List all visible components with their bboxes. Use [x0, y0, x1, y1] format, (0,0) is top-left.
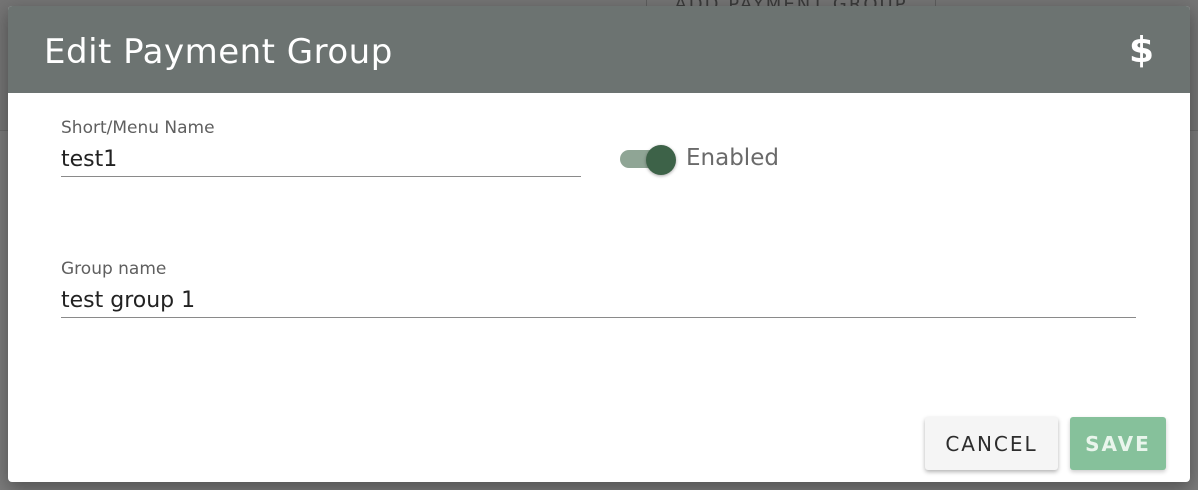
- enabled-label: Enabled: [686, 145, 779, 171]
- edit-payment-group-dialog: Edit Payment Group $ Short/Menu Name Ena…: [8, 6, 1190, 482]
- short-menu-name-input[interactable]: [61, 142, 581, 177]
- cancel-button[interactable]: CANCEL: [925, 417, 1058, 470]
- save-button[interactable]: SAVE: [1070, 417, 1166, 470]
- dialog-title: Edit Payment Group: [44, 32, 393, 72]
- dollar-icon: $: [1128, 30, 1154, 71]
- group-name-label: Group name: [61, 259, 167, 279]
- dialog-header: Edit Payment Group $: [8, 6, 1190, 93]
- enabled-toggle[interactable]: [620, 145, 680, 175]
- group-name-field: Group name: [61, 259, 1136, 318]
- toggle-thumb: [646, 145, 676, 175]
- short-menu-name-field: Short/Menu Name: [61, 118, 581, 177]
- short-menu-name-label: Short/Menu Name: [61, 118, 215, 138]
- group-name-input[interactable]: [61, 283, 1136, 318]
